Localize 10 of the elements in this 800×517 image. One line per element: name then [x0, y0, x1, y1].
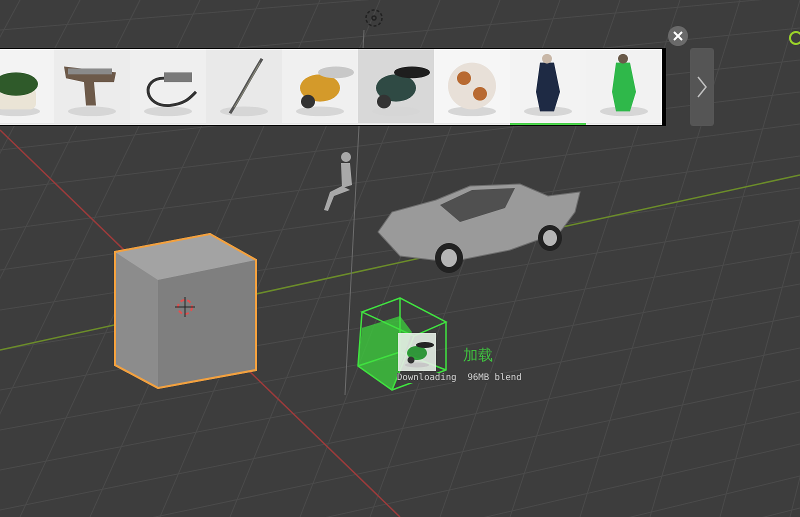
cursor-icon[interactable] — [174, 296, 196, 318]
origin-icon[interactable] — [789, 31, 800, 45]
close-button[interactable] — [668, 26, 688, 46]
cube[interactable] — [114, 232, 257, 390]
download-status: Downloading 96MB blend — [397, 373, 522, 383]
figure-drawing[interactable] — [324, 152, 352, 211]
chevron-icon — [697, 76, 707, 98]
download-label: 加载 — [463, 346, 493, 365]
car-drawing[interactable] — [377, 184, 581, 273]
close-icon — [673, 31, 683, 41]
